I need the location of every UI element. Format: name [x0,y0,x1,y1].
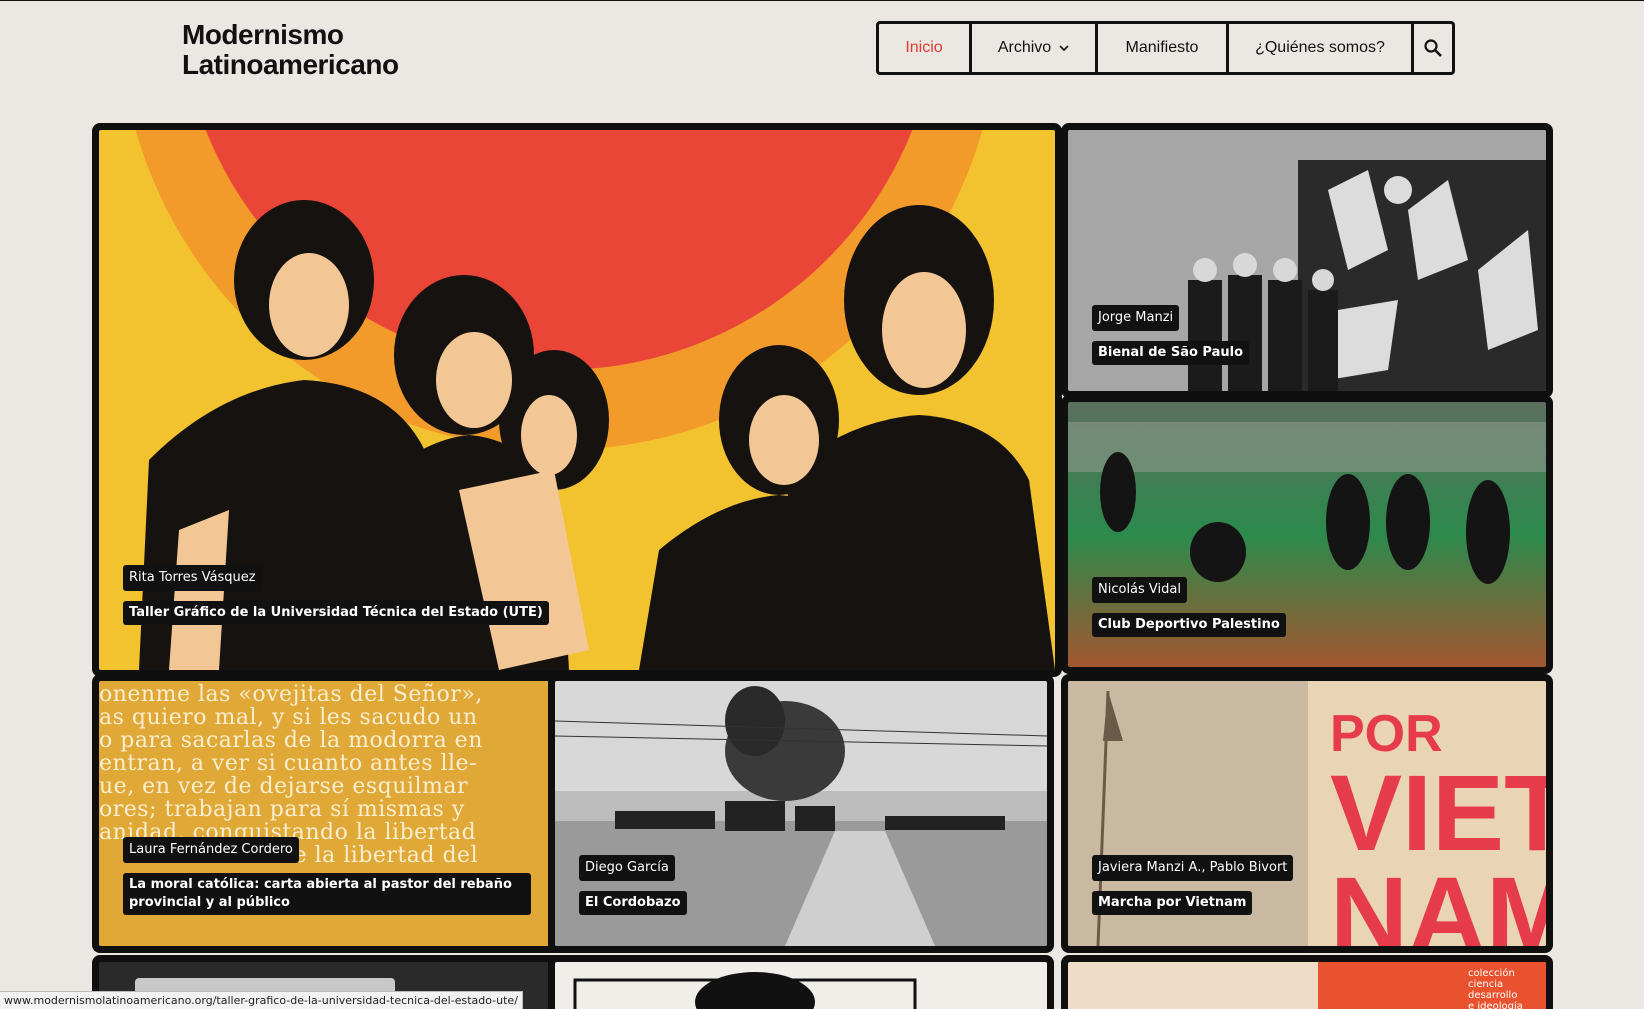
card-author[interactable]: Nicolás Vidal [1092,577,1187,603]
card-caption: Jorge Manzi Bienal de São Paulo [1092,305,1250,365]
card-title[interactable]: Taller Gráfico de la Universidad Técnica… [123,601,549,625]
doc-line: ores; trabajan para sí mismas y [99,797,465,822]
doc-line: onenme las «ovejitas del Señor», [99,682,483,707]
card-caption: Laura Fernández Cordero La moral católic… [123,837,531,915]
main-nav: Inicio Archivo Manifiesto ¿Quiénes somos… [876,21,1455,75]
doc-line: as quiero mal, y si les sacudo un [99,705,478,730]
card-image: Rita Torres Vásquez Taller Gráfico de la… [99,130,1055,670]
chevron-down-icon [1059,45,1069,52]
card-author[interactable]: Laura Fernández Cordero [123,837,299,863]
card-image: colección ciencia desarrollo e ideología [1068,962,1546,1009]
card-author[interactable]: Diego García [579,855,675,881]
doc-line: entran, a ver si cuanto antes lle- [99,751,478,776]
card-author[interactable]: Jorge Manzi [1092,305,1180,331]
nav-item-quienes-somos[interactable]: ¿Quiénes somos? [1229,24,1414,72]
card-image: Diego García El Cordobazo [555,681,1047,946]
card-palestino[interactable]: Nicolás Vidal Club Deportivo Palestino [1061,395,1553,674]
nav-item-inicio[interactable]: Inicio [879,24,972,72]
card-caption: Diego García El Cordobazo [579,855,687,915]
doc-line: o para sacarlas de la modorra en [99,728,483,753]
doc-line: ue, en vez de dejarse esquilmar [99,774,468,799]
card-ute[interactable]: Rita Torres Vásquez Taller Gráfico de la… [92,123,1062,677]
nav-item-archivo[interactable]: Archivo [972,24,1098,72]
search-icon [1424,39,1442,57]
book-text: ciencia [1468,979,1504,990]
logo-line-2: Latinoamericano [182,49,399,80]
featured-grid: Rita Torres Vásquez Taller Gráfico de la… [92,123,1553,1009]
poster-text: VIET- [1330,752,1546,873]
card-bottom-3[interactable]: colección ciencia desarrollo e ideología [1061,955,1553,1009]
card-image: onenme las «ovejitas del Señor», as quie… [99,681,569,946]
card-title[interactable]: Marcha por Vietnam [1092,891,1253,915]
card-title[interactable]: Club Deportivo Palestino [1092,613,1286,637]
nav-item-manifiesto[interactable]: Manifiesto [1098,24,1229,72]
card-image: Jorge Manzi Bienal de São Paulo [1068,130,1546,391]
nav-label: Manifiesto [1125,39,1199,56]
nav-label: Inicio [905,39,943,56]
book-text: colección [1468,968,1515,979]
card-author[interactable]: Javiera Manzi A., Pablo Bivort [1092,855,1294,881]
book-text: desarrollo [1468,990,1518,1001]
card-moral-catolica[interactable]: onenme las «ovejitas del Señor», as quie… [92,674,576,953]
card-cordobazo[interactable]: Diego García El Cordobazo [548,674,1054,953]
site-logo[interactable]: Modernismo Latinoamericano [182,20,399,80]
card-vietnam[interactable]: POR VIET- NAM Javiera Manzi A., Pablo Bi… [1061,674,1553,953]
card-caption: Rita Torres Vásquez Taller Gráfico de la… [123,565,549,625]
browser-status-bar: www.modernismolatinoamericano.org/taller… [0,991,523,1009]
card-caption: Javiera Manzi A., Pablo Bivort Marcha po… [1092,855,1294,915]
card-image: Nicolás Vidal Club Deportivo Palestino [1068,402,1546,667]
card-bottom-2[interactable] [548,955,1054,1009]
card-title[interactable]: El Cordobazo [579,891,687,915]
search-button[interactable] [1414,24,1452,72]
logo-line-1: Modernismo [182,19,344,50]
card-bienal[interactable]: Jorge Manzi Bienal de São Paulo [1061,123,1553,398]
card-image: POR VIET- NAM Javiera Manzi A., Pablo Bi… [1068,681,1546,946]
card-caption: Nicolás Vidal Club Deportivo Palestino [1092,577,1286,637]
card-title[interactable]: Bienal de São Paulo [1092,341,1250,365]
card-image [555,962,1047,1009]
book-text: e ideología [1468,1001,1523,1009]
card-author[interactable]: Rita Torres Vásquez [123,565,262,591]
poster-text: NAM [1330,854,1546,947]
nav-label: Archivo [997,39,1052,56]
nav-label: ¿Quiénes somos? [1255,39,1385,56]
card-title[interactable]: La moral católica: carta abierta al past… [123,873,531,915]
